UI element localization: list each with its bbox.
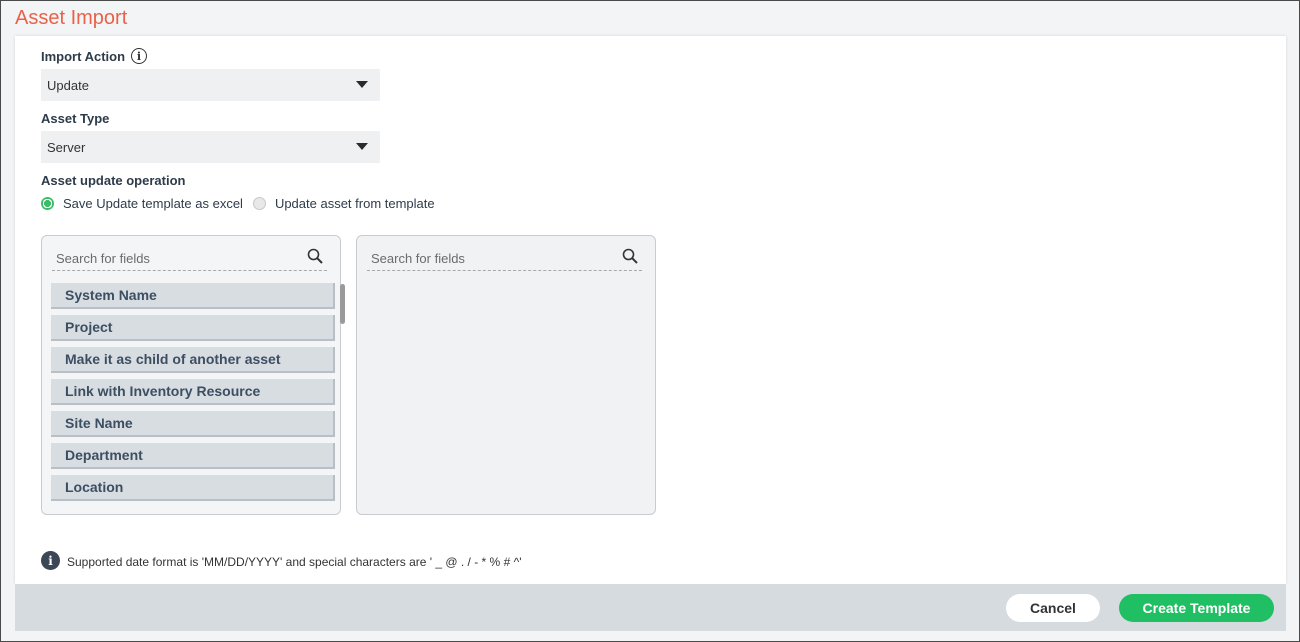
field-item[interactable]: System Name — [51, 283, 335, 309]
info-icon: i — [41, 551, 60, 570]
chevron-down-icon — [356, 81, 368, 88]
create-template-button[interactable]: Create Template — [1119, 594, 1274, 622]
info-icon[interactable]: i — [131, 48, 147, 64]
radio-update-from-template[interactable] — [252, 197, 266, 210]
import-action-label: Import Action — [41, 49, 126, 64]
field-item[interactable]: Project — [51, 315, 335, 341]
selected-fields-box: Search for fields — [356, 235, 656, 515]
update-operation-label: Asset update operation — [41, 173, 186, 188]
search-icon[interactable] — [622, 248, 638, 264]
asset-type-label: Asset Type — [41, 111, 110, 126]
search-icon[interactable] — [307, 248, 323, 264]
list-scrollbar[interactable] — [340, 284, 345, 324]
field-item[interactable]: Department — [51, 443, 335, 469]
radio-save-template[interactable] — [41, 197, 54, 210]
field-item[interactable]: Make it as child of another asset — [51, 347, 335, 373]
selected-fields-search[interactable]: Search for fields — [367, 246, 642, 271]
available-fields-search[interactable]: Search for fields — [52, 246, 327, 271]
asset-type-value: Server — [47, 139, 86, 155]
page-title: Asset Import — [15, 7, 128, 29]
update-operation-radio-group: Save Update template as excel Update ass… — [41, 196, 445, 211]
available-fields-box: Search for fields System Name Project Ma… — [41, 235, 345, 515]
radio-save-template-label[interactable]: Save Update template as excel — [63, 196, 243, 211]
window-frame: Asset Import Import Action i Update Asse… — [0, 0, 1300, 642]
import-action-value: Update — [47, 77, 89, 93]
import-form-panel: Import Action i Update Asset Type Server… — [15, 36, 1286, 584]
field-item[interactable]: Site Name — [51, 411, 335, 437]
field-item[interactable]: Location — [51, 475, 335, 501]
search-placeholder[interactable]: Search for fields — [371, 251, 465, 266]
cancel-button[interactable]: Cancel — [1006, 594, 1100, 622]
date-format-note: Supported date format is 'MM/DD/YYYY' an… — [67, 555, 522, 569]
search-placeholder[interactable]: Search for fields — [56, 251, 150, 266]
chevron-down-icon — [356, 143, 368, 150]
footer-bar: Cancel Create Template — [15, 584, 1286, 631]
asset-type-select[interactable]: Server — [41, 131, 380, 163]
import-action-select[interactable]: Update — [41, 69, 380, 101]
field-item[interactable]: Link with Inventory Resource — [51, 379, 335, 405]
radio-update-from-template-label[interactable]: Update asset from template — [275, 196, 435, 211]
available-fields-list: System Name Project Make it as child of … — [51, 283, 335, 507]
